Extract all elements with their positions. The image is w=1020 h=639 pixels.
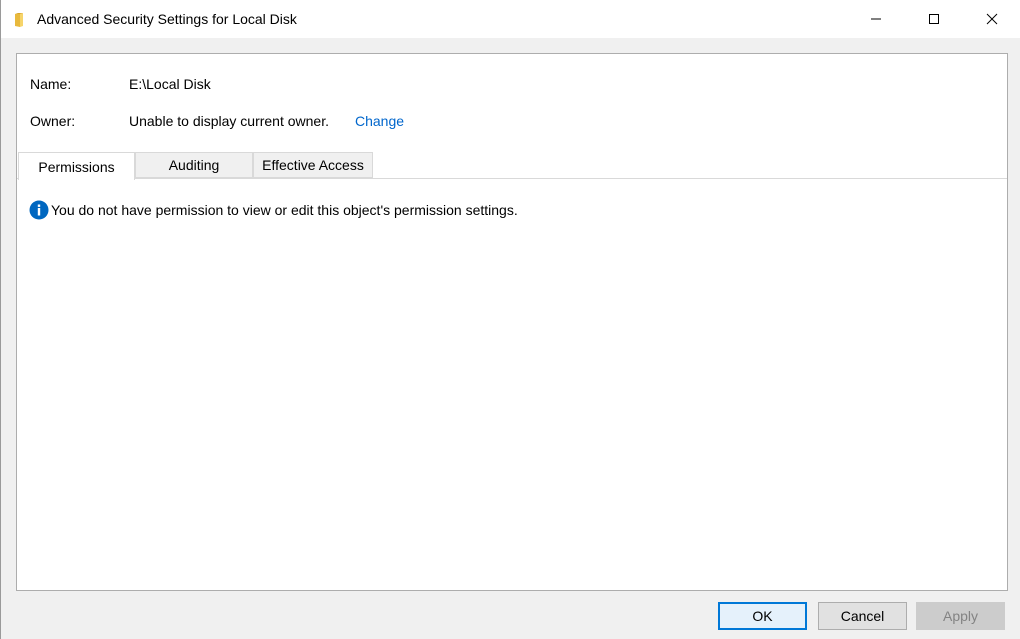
main-panel: Name: E:\Local Disk Owner: Unable to dis… <box>16 53 1008 591</box>
permission-message: You do not have permission to view or ed… <box>29 200 518 220</box>
owner-label: Owner: <box>30 113 76 129</box>
name-value: E:\Local Disk <box>129 76 211 92</box>
owner-value: Unable to display current owner. <box>129 113 329 129</box>
folder-icon <box>15 13 23 27</box>
close-icon <box>986 13 998 25</box>
minimize-button[interactable] <box>847 0 905 38</box>
info-icon <box>29 200 49 220</box>
permission-message-text: You do not have permission to view or ed… <box>51 202 518 218</box>
maximize-icon <box>929 14 939 24</box>
window-title: Advanced Security Settings for Local Dis… <box>37 11 297 27</box>
minimize-icon <box>871 18 881 20</box>
change-owner-link[interactable]: Change <box>355 113 404 129</box>
tab-strip-divider <box>17 178 1007 179</box>
tab-permissions[interactable]: Permissions <box>18 152 135 180</box>
maximize-button[interactable] <box>905 0 963 38</box>
apply-button[interactable]: Apply <box>916 602 1005 630</box>
tab-effective-access[interactable]: Effective Access <box>253 152 373 178</box>
name-label: Name: <box>30 76 72 92</box>
ok-button[interactable]: OK <box>718 602 807 630</box>
title-bar[interactable]: Advanced Security Settings for Local Dis… <box>1 0 1020 38</box>
close-button[interactable] <box>963 0 1020 38</box>
dialog-window: Advanced Security Settings for Local Dis… <box>0 0 1020 639</box>
cancel-button[interactable]: Cancel <box>818 602 907 630</box>
tab-auditing[interactable]: Auditing <box>135 152 253 178</box>
